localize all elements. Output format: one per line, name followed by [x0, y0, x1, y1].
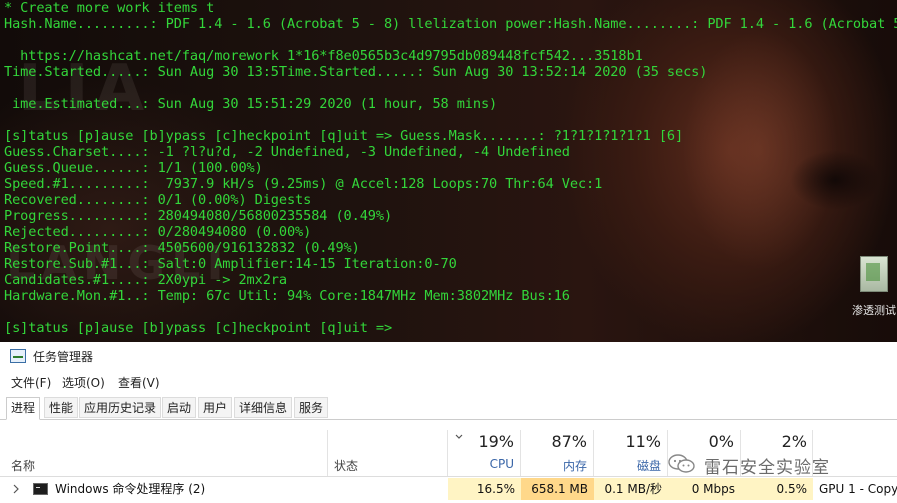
watermark-text: 雷石安全实验室 [704, 458, 830, 478]
cpu-total-percent: 19% [478, 432, 514, 451]
tab-processes[interactable]: 进程 [6, 397, 41, 420]
task-manager-icon [10, 349, 26, 363]
menu-view[interactable]: 查看(V) [118, 374, 160, 391]
menu-file[interactable]: 文件(F) [11, 374, 51, 391]
desktop-shortcut-icon [860, 256, 888, 292]
menu-options[interactable]: 选项(O) [62, 374, 105, 391]
terminal-line: Recovered........: 0/1 (0.00%) Digests [4, 192, 312, 208]
process-disk: 0.1 MB/秒 [594, 478, 668, 500]
column-name[interactable]: 名称 [11, 457, 35, 474]
task-manager-window: 任务管理器 文件(F) 选项(O) 查看(V) 进程 性能 应用历史记录 启动 … [0, 342, 897, 503]
terminal-line: Guess.Charset....: -1 ?l?u?d, -2 Undefin… [4, 144, 570, 160]
process-gpu: 0.5% [741, 478, 813, 500]
terminal-line: [s]tatus [p]ause [b]ypass [c]heckpoint [… [4, 320, 393, 336]
tab-details[interactable]: 详细信息 [234, 397, 293, 418]
tab-services[interactable]: 服务 [294, 397, 329, 418]
tab-startup[interactable]: 启动 [162, 397, 197, 418]
table-row[interactable]: Windows 命令处理程序 (2) 16.5% 658.1 MB 0.1 MB… [0, 478, 897, 500]
background-wallpaper-shadow [790, 150, 880, 210]
terminal-line: * Create more work items t [4, 0, 215, 16]
column-divider [327, 430, 328, 476]
process-name: Windows 命令处理程序 (2) [55, 482, 206, 496]
terminal-line: Progress.........: 280494080/56800235584… [4, 208, 393, 224]
tab-app-history[interactable]: 应用历史记录 [79, 397, 162, 418]
terminal-line: Time.Started.....: Sun Aug 30 13:5Time.S… [4, 64, 708, 80]
terminal-line: ime.Estimated...: Sun Aug 30 15:51:29 20… [4, 96, 498, 112]
tab-users[interactable]: 用户 [198, 397, 233, 418]
window-title: 任务管理器 [33, 350, 94, 364]
terminal-line: Restore.Sub.#1...: Salt:0 Amplifier:14-1… [4, 256, 457, 272]
desktop-shortcut-label: 渗透测试 [852, 304, 896, 317]
disk-total-percent: 11% [625, 432, 661, 451]
title-bar[interactable]: 任务管理器 [0, 342, 897, 370]
disk-column-label: 磁盘 [636, 459, 661, 473]
wechat-logo-icon [668, 454, 695, 473]
cpu-column-label: CPU [489, 457, 514, 471]
process-cpu: 16.5% [448, 478, 521, 500]
terminal-line: Hardware.Mon.#1..: Temp: 67c Util: 94% C… [4, 288, 570, 304]
expand-chevron-icon[interactable] [12, 484, 20, 494]
tab-bar: 进程 性能 应用历史记录 启动 用户 详细信息 服务 [0, 395, 897, 420]
terminal-window[interactable]: LIA LANGLI * Create more work items t Has… [0, 0, 897, 342]
process-network: 0 Mbps [668, 478, 741, 500]
terminal-line: [s]tatus [p]ause [b]ypass [c]heckpoint [… [4, 128, 684, 144]
network-total-percent: 0% [708, 432, 734, 451]
process-memory: 658.1 MB [521, 478, 594, 500]
column-status[interactable]: 状态 [334, 457, 358, 474]
memory-column-label: 内存 [562, 459, 587, 473]
process-gpu-engine: GPU 1 - Copy [819, 482, 897, 496]
command-prompt-icon [33, 483, 48, 495]
terminal-line: Speed.#1.........: 7937.9 kH/s (9.25ms) … [4, 176, 603, 192]
terminal-line: Candidates.#1....: 2X0ypi -> 2mx2ra [4, 272, 287, 288]
memory-total-percent: 87% [551, 432, 587, 451]
tab-performance[interactable]: 性能 [44, 397, 79, 418]
gpu-total-percent: 2% [781, 432, 807, 451]
terminal-line: https://hashcat.net/faq/morework 1*16*f8… [4, 48, 643, 64]
desktop-shortcut[interactable]: 渗透测试 [852, 256, 896, 317]
terminal-line: Rejected.........: 0/280494080 (0.00%) [4, 224, 312, 240]
terminal-line: Guess.Queue......: 1/1 (100.00%) [4, 160, 263, 176]
terminal-line: Restore.Point....: 4505600/916132832 (0.… [4, 240, 360, 256]
terminal-line: Hash.Name.........: PDF 1.4 - 1.6 (Acrob… [4, 16, 897, 32]
